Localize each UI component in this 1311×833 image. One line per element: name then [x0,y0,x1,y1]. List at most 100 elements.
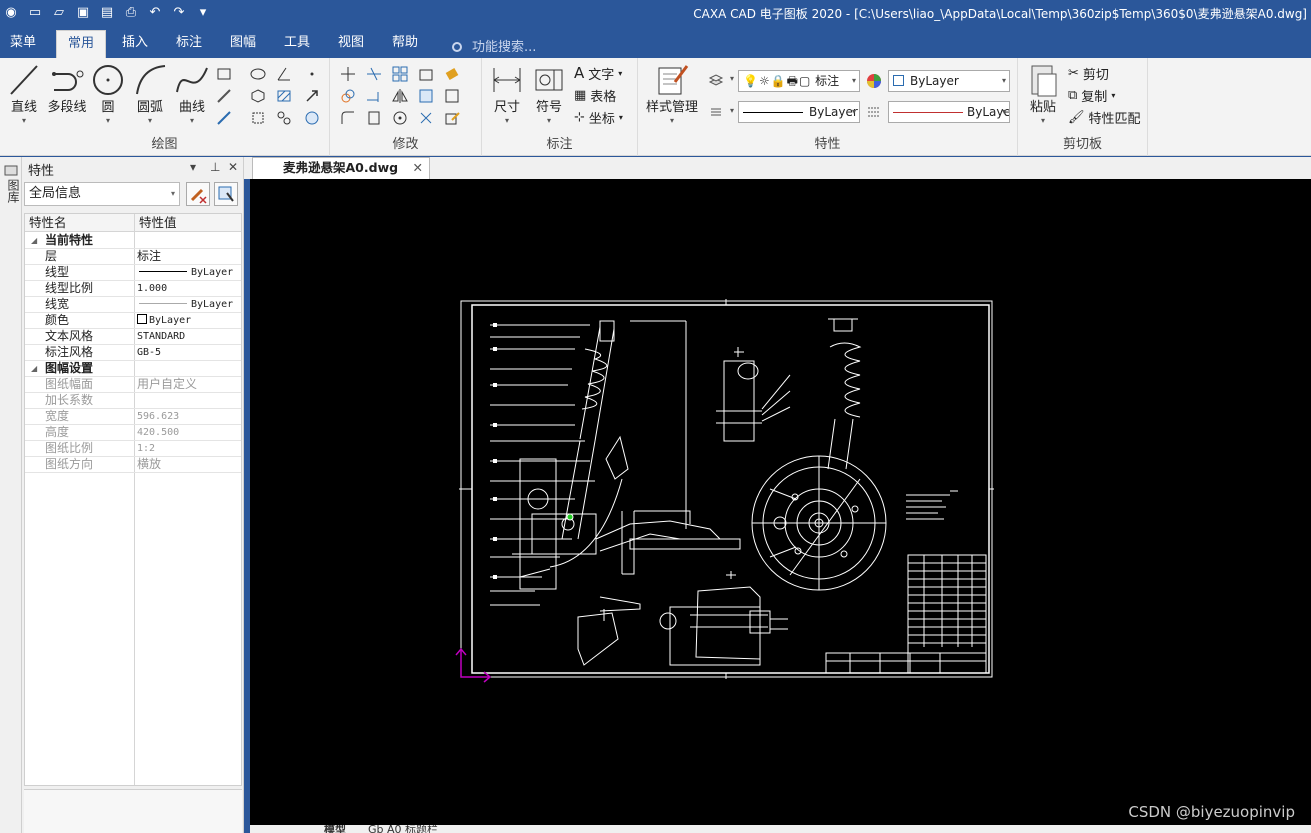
style-manager-button[interactable]: 样式管理 ▾ [642,62,702,126]
lineweight-icon[interactable] [866,104,882,120]
block-icon[interactable] [250,110,266,126]
color-swatch [893,75,904,86]
tab-menu[interactable]: 菜单 [0,30,46,58]
new-file-icon[interactable]: ▭ [26,3,44,21]
technical-notes [906,490,958,520]
tab-sheet[interactable]: 图幅 [220,30,266,58]
angle-line-icon[interactable] [276,66,292,82]
tab-common[interactable]: 常用 [56,30,106,58]
pencil-icon[interactable] [216,88,232,104]
panel-menu-icon[interactable]: ▾ [190,160,196,174]
point-icon[interactable] [304,66,320,82]
tab-layout-a0[interactable]: Gb A0 标题栏 [368,825,438,833]
lineweight-preview [893,112,963,113]
tab-tools[interactable]: 工具 [274,30,320,58]
app-logo-icon[interactable]: ◉ [2,3,20,21]
cad-drawing[interactable] [250,179,1311,825]
rotate-icon[interactable] [392,110,408,126]
layer-manager-icon[interactable] [708,72,724,88]
save-icon[interactable]: ▣ [74,3,92,21]
break-icon[interactable] [366,110,382,126]
table-button[interactable]: ▦ 表格 [574,85,616,105]
coordinate-icon: ⊹ [574,109,585,125]
mirror-icon[interactable] [392,88,408,104]
fillet-icon[interactable] [340,110,356,126]
stretch-icon[interactable] [444,88,460,104]
pin-icon[interactable]: ⊥ [210,160,220,174]
object-selector[interactable]: 全局信息 ▾ [24,182,180,206]
section-current-properties[interactable]: ◢ 当前特性 [25,233,241,249]
open-folder-icon[interactable]: ▱ [50,3,68,21]
library-tab[interactable]: 图库 [3,179,20,203]
prop-row-lineweight[interactable]: 线宽 ByLayer [25,297,241,313]
copy-button[interactable]: ⧉ 复制 ▾ [1068,85,1115,105]
color-wheel-icon[interactable] [866,73,882,89]
copy-object-icon[interactable] [340,88,356,104]
coordinate-button[interactable]: ⊹ 坐标 ▾ [574,107,623,127]
toggle-pickadd-button[interactable] [186,182,210,206]
feature-search[interactable]: 功能搜索... [452,36,536,55]
prop-row-linetype-scale[interactable]: 线型比例 1.000 [25,281,241,297]
spline-node-icon[interactable] [276,110,292,126]
close-icon[interactable]: ✕ [228,160,238,174]
linetype-combo[interactable]: ByLayer ▾ [738,101,860,123]
globe-icon[interactable] [304,110,320,126]
offset-icon[interactable] [418,66,434,82]
cut-button[interactable]: ✂ 剪切 [1068,63,1109,83]
trim-icon[interactable] [366,66,382,82]
print-icon[interactable]: ⎙ [122,3,140,21]
paste-button[interactable]: 粘贴 ▾ [1024,62,1062,126]
undo-icon[interactable]: ↶ [146,3,164,21]
customize-icon[interactable]: ▾ [194,3,212,21]
document-tab[interactable]: 麦弗逊悬架A0.dwg ✕ [252,157,430,179]
curve-button[interactable]: 曲线 ▾ [174,62,210,126]
color-combo[interactable]: ByLayer ▾ [888,70,1010,92]
close-tab-icon[interactable]: ✕ [413,158,423,178]
text-button[interactable]: A 文字 ▾ [574,63,622,83]
collapse-icon: ◢ [31,236,38,245]
sheet-inner-frame [471,304,990,674]
tab-help[interactable]: 帮助 [382,30,428,58]
dimension-button[interactable]: 尺寸 ▾ [490,62,524,126]
hexagon-icon[interactable] [250,88,266,104]
prop-row-layer[interactable]: 层标注 [25,249,241,265]
drawing-canvas[interactable] [250,179,1311,825]
detail-view-a [716,347,791,442]
line-button[interactable]: 直线 ▾ [6,62,42,126]
move-icon[interactable] [340,66,356,82]
property-grid: 特性名 特性值 ◢ 当前特性 层标注 线型 ByLayer 线型比例 1.000 线宽… [24,213,242,786]
explode-icon[interactable] [418,110,434,126]
edit-icon[interactable] [444,110,460,126]
hatch-icon[interactable] [276,88,292,104]
save-all-icon[interactable]: ▤ [98,3,116,21]
extend-icon[interactable] [366,88,382,104]
rectangle-icon[interactable] [216,66,232,82]
linetype-icon[interactable] [708,104,724,120]
lineweight-combo[interactable]: ByLayer ▾ [888,101,1010,123]
tab-annotate[interactable]: 标注 [166,30,212,58]
prop-row-text-style[interactable]: 文本风格 STANDARD [25,329,241,345]
arc-button[interactable]: 圆弧 ▾ [132,62,168,126]
match-properties-button[interactable]: 🖌 特性匹配 [1068,107,1141,127]
polyline-button[interactable]: 多段线 [44,62,90,116]
library-icon[interactable] [4,163,18,177]
tab-model[interactable]: 模型 [324,825,346,833]
section-sheet-settings[interactable]: ◢ 图幅设置 [25,361,241,377]
prop-row-dim-style[interactable]: 标注风格 GB-5 [25,345,241,361]
redo-icon[interactable]: ↷ [170,3,188,21]
layer-combo[interactable]: 💡☼🔒🖶▢ 标注 ▾ [738,70,860,92]
circle-button[interactable]: 圆 ▾ [90,62,126,126]
tab-view[interactable]: 视图 [328,30,374,58]
prop-row-scale: 图纸比例 1:2 [25,441,241,457]
quick-select-button[interactable] [214,182,238,206]
arrow-icon[interactable] [304,88,320,104]
prop-row-linetype[interactable]: 线型 ByLayer [25,265,241,281]
construction-line-icon[interactable] [216,110,232,126]
tab-insert[interactable]: 插入 [112,30,158,58]
ellipse-icon[interactable] [250,66,266,82]
array-icon[interactable] [392,66,408,82]
scale-icon[interactable] [418,88,434,104]
eraser-icon[interactable] [444,66,460,82]
symbol-button[interactable]: 符号 ▾ [532,62,566,126]
prop-row-color[interactable]: 颜色 ByLayer [25,313,241,329]
